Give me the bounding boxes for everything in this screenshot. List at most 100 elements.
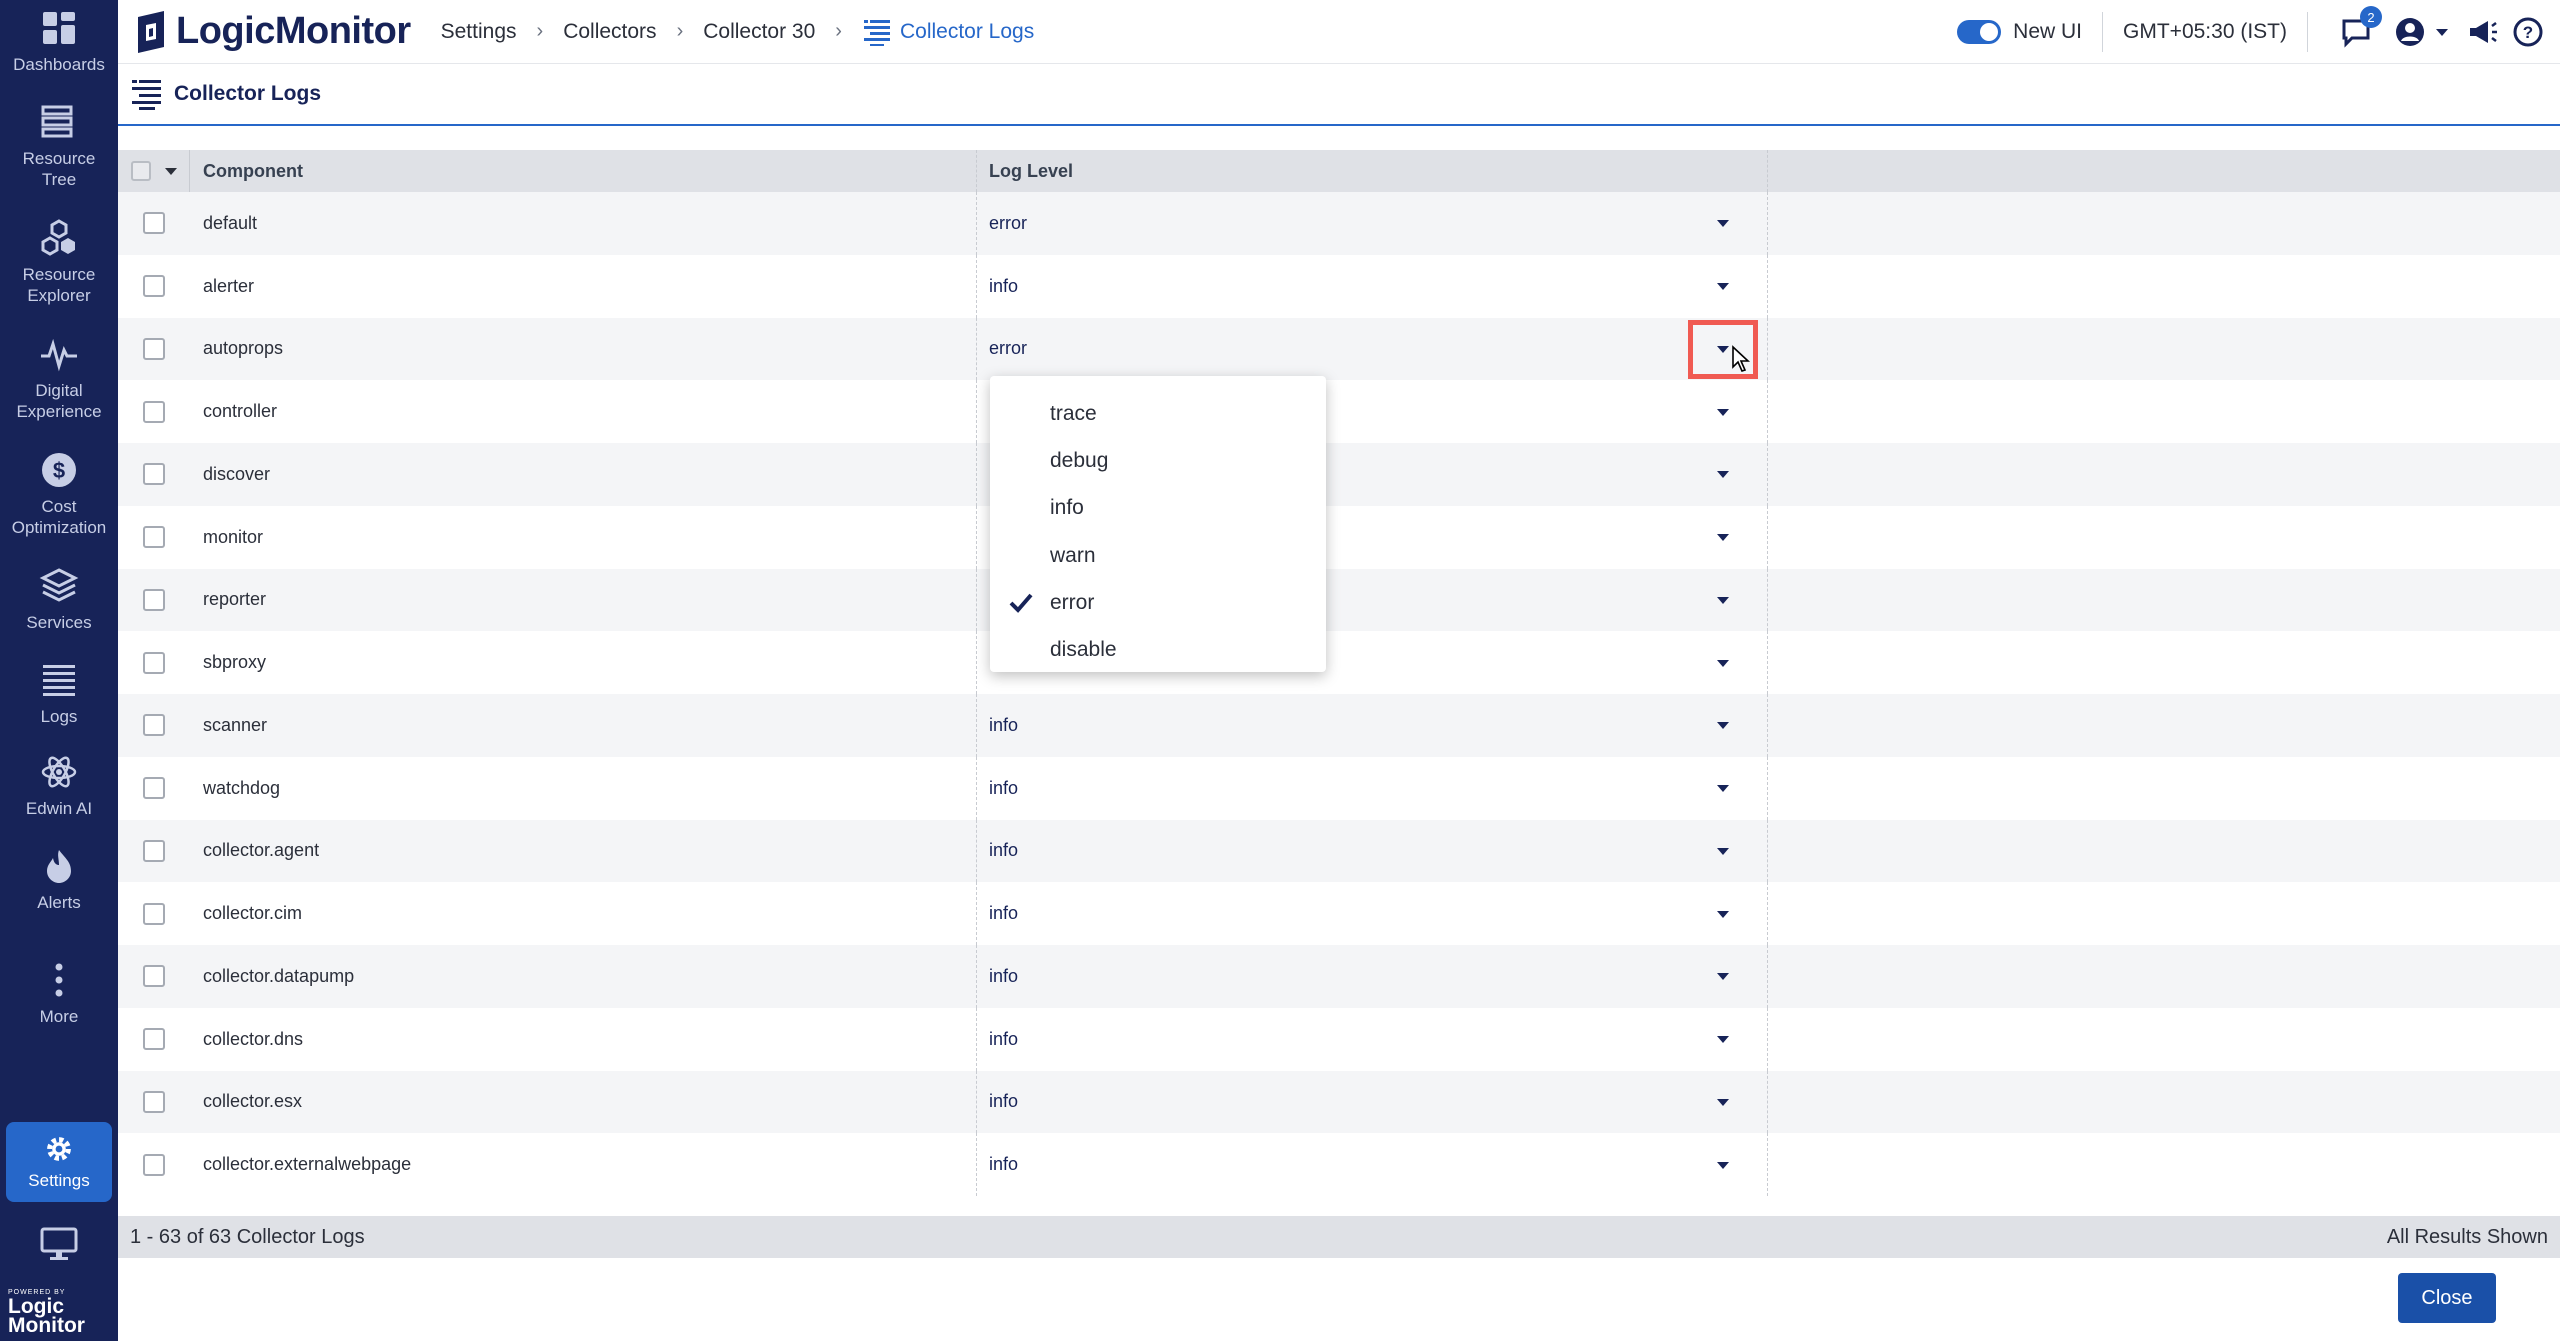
caret-down-icon[interactable] (1717, 910, 1729, 918)
caret-down-icon[interactable] (1717, 785, 1729, 793)
nav-label: Cost Optimization (11, 497, 107, 537)
log-level-select[interactable]: info (977, 945, 1768, 1008)
row-checkbox[interactable] (143, 337, 165, 360)
row-check-cell (118, 318, 190, 381)
header-component[interactable]: Component (190, 150, 977, 192)
nav-logs[interactable]: Logs (0, 660, 118, 727)
option-trace[interactable]: trace (990, 390, 1326, 437)
announcements-button[interactable] (2464, 14, 2500, 50)
breadcrumb-collector-30[interactable]: Collector 30 (697, 20, 821, 44)
component-cell: alerter (190, 254, 977, 318)
select-all-checkbox[interactable] (130, 161, 151, 181)
notifications-button[interactable]: 2 (2338, 6, 2382, 50)
nav-cost-optimization[interactable]: $ Cost Optimization (0, 450, 118, 538)
caret-down-icon[interactable] (1717, 973, 1729, 981)
caret-down-icon[interactable] (1717, 283, 1729, 291)
log-level-select[interactable]: error (977, 317, 1768, 381)
empty-cell (1768, 694, 2560, 757)
caret-down-icon[interactable] (1717, 408, 1729, 416)
log-level-select[interactable]: info (977, 254, 1768, 318)
caret-down-icon[interactable] (1717, 534, 1729, 542)
caret-down-icon[interactable] (164, 167, 177, 175)
chevron-right-icon: › (835, 20, 842, 42)
log-level-select[interactable]: info (977, 756, 1768, 820)
nav-label: Alerts (37, 893, 81, 912)
log-level-select[interactable]: info (977, 819, 1768, 883)
row-checkbox[interactable] (143, 1090, 165, 1113)
screen-button[interactable] (0, 1224, 118, 1270)
empty-cell (1768, 945, 2560, 1008)
caret-down-icon[interactable] (1717, 659, 1729, 667)
header-log-level[interactable]: Log Level (977, 150, 1768, 192)
nav-settings[interactable]: Settings (6, 1122, 112, 1202)
log-level-select[interactable]: info (977, 1007, 1768, 1071)
option-error[interactable]: error (990, 579, 1326, 626)
empty-cell (1768, 757, 2560, 820)
log-level-select[interactable]: info (977, 882, 1768, 945)
brand-logo[interactable]: LogicMonitor (130, 9, 411, 55)
nav-edwin-ai[interactable]: Edwin AI (0, 752, 118, 819)
row-check-cell (118, 1071, 190, 1134)
row-checkbox[interactable] (143, 902, 165, 925)
row-checkbox[interactable] (143, 777, 165, 800)
nav-services[interactable]: Services (0, 566, 118, 633)
nav-label: Digital Experience (16, 381, 102, 421)
option-info[interactable]: info (990, 485, 1326, 532)
table-row: collector.datapump info (118, 945, 2560, 1008)
row-check-cell (118, 192, 190, 255)
caret-down-icon[interactable] (1717, 220, 1729, 228)
nav-alerts[interactable]: Alerts (0, 846, 118, 913)
new-ui-toggle[interactable] (1957, 20, 2002, 44)
log-level-select[interactable]: error (977, 192, 1768, 255)
close-button[interactable]: Close (2398, 1273, 2496, 1323)
caret-down-icon[interactable] (1717, 596, 1729, 604)
log-level-select[interactable]: info (977, 1133, 1768, 1196)
caret-down-icon[interactable] (2436, 28, 2448, 36)
brand-name: LogicMonitor (176, 10, 411, 52)
row-checkbox[interactable] (143, 275, 165, 298)
nav-resource-explorer[interactable]: Resource Explorer (0, 218, 118, 306)
row-checkbox[interactable] (143, 651, 165, 674)
nav-digital-experience[interactable]: Digital Experience (0, 334, 118, 422)
caret-down-icon[interactable] (1717, 722, 1729, 730)
option-disable[interactable]: disable (990, 626, 1326, 673)
breadcrumb-collectors[interactable]: Collectors (557, 20, 662, 44)
option-debug[interactable]: debug (990, 437, 1326, 484)
monitor-icon (40, 1227, 78, 1260)
row-checkbox[interactable] (143, 1153, 165, 1176)
nav-more[interactable]: More (0, 960, 118, 1027)
caret-down-icon[interactable] (1717, 1161, 1729, 1169)
caret-down-icon[interactable] (1717, 1036, 1729, 1044)
collector-logs-table: Component Log Level default error alerte… (118, 150, 2560, 1210)
log-level-select[interactable]: info (977, 1070, 1768, 1134)
component-cell: monitor (190, 505, 977, 569)
help-button[interactable]: ? (2510, 14, 2546, 50)
row-checkbox[interactable] (143, 1028, 165, 1051)
row-checkbox[interactable] (143, 400, 165, 423)
row-checkbox[interactable] (143, 714, 165, 737)
caret-down-icon[interactable] (1717, 471, 1729, 479)
user-menu-button[interactable] (2392, 14, 2428, 50)
empty-cell (1768, 631, 2560, 694)
table-header: Component Log Level (118, 150, 2560, 192)
row-checkbox[interactable] (143, 839, 165, 862)
row-checkbox[interactable] (143, 588, 165, 611)
caret-down-icon[interactable] (1717, 847, 1729, 855)
option-warn[interactable]: warn (990, 532, 1326, 579)
timezone[interactable]: GMT+05:30 (IST) (2123, 20, 2287, 44)
row-checkbox[interactable] (143, 212, 165, 235)
breadcrumb-settings[interactable]: Settings (435, 20, 523, 44)
table-row: discover (118, 443, 2560, 506)
nav-label: Logs (40, 707, 78, 726)
option-label: debug (1050, 448, 1109, 472)
row-checkbox[interactable] (143, 526, 165, 549)
log-level-select[interactable]: info (977, 694, 1768, 757)
nav-resource-tree[interactable]: Resource Tree (0, 102, 118, 190)
panel-header: Collector Logs (118, 64, 2560, 126)
caret-down-icon[interactable] (1717, 1098, 1729, 1106)
nav-dashboards[interactable]: Dashboards (0, 8, 118, 75)
nav-label: More (39, 1007, 79, 1026)
component-cell: collector.agent (190, 819, 977, 883)
row-checkbox[interactable] (143, 965, 165, 988)
row-checkbox[interactable] (143, 463, 165, 486)
